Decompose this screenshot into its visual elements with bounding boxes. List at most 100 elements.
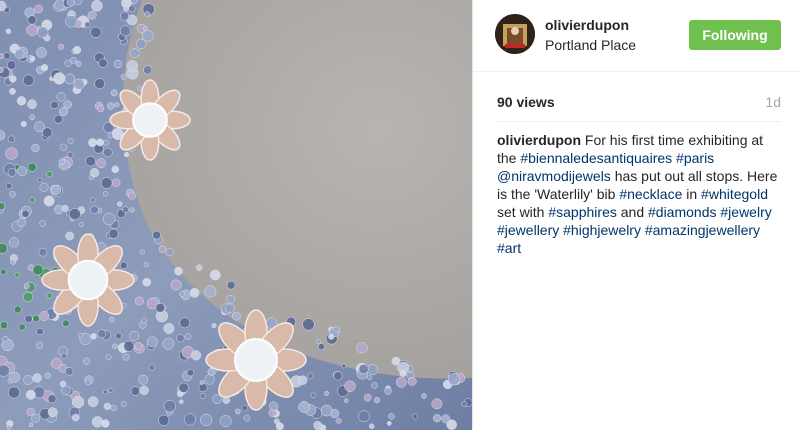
gemstone <box>6 425 12 430</box>
gemstone <box>20 120 27 127</box>
gemstone <box>102 212 116 226</box>
hashtag-link[interactable]: #necklace <box>619 186 682 202</box>
gemstone <box>110 404 117 412</box>
gemstone <box>209 269 221 281</box>
gemstone <box>179 399 184 404</box>
gemstone <box>53 72 66 85</box>
hashtag-link[interactable]: #diamonds <box>648 204 717 220</box>
post-header: olivierdupon Portland Place Following <box>473 0 800 72</box>
view-count[interactable]: 90 views <box>497 94 555 110</box>
hashtag-link[interactable]: #jewellery <box>497 222 559 238</box>
gemstone <box>9 88 16 95</box>
hashtag-link[interactable]: #art <box>497 240 521 256</box>
gemstone <box>176 334 185 343</box>
gemstone <box>64 367 74 376</box>
following-button[interactable]: Following <box>689 20 781 50</box>
gemstone <box>126 60 138 72</box>
gemstone <box>70 56 78 64</box>
gemstone <box>186 368 195 377</box>
gemstone <box>344 380 356 392</box>
gemstone <box>46 170 53 178</box>
gemstone <box>148 364 156 371</box>
gemstone <box>39 182 49 192</box>
hashtag-link[interactable]: #paris <box>676 150 714 166</box>
hashtag-link[interactable]: #sapphires <box>548 204 617 220</box>
gemstone <box>112 343 118 350</box>
gemstone <box>23 283 30 289</box>
gemstone <box>8 237 19 248</box>
gemstone <box>91 0 103 12</box>
hashtag-link[interactable]: #jewelry <box>720 204 771 220</box>
gemstone <box>152 230 162 240</box>
gemstone <box>5 147 18 160</box>
gemstone <box>407 376 417 386</box>
gemstone <box>16 96 27 106</box>
post-username[interactable]: olivierdupon <box>545 17 629 33</box>
gemstone <box>162 337 175 350</box>
gemstone <box>88 138 97 147</box>
hashtag-link[interactable]: #whitegold <box>701 186 768 202</box>
hashtag-link[interactable]: #highjewelry <box>563 222 641 238</box>
gemstone <box>0 321 9 330</box>
gemstone <box>43 195 55 207</box>
gemstone <box>432 414 442 423</box>
gemstone <box>27 162 37 172</box>
gemstone <box>61 385 71 396</box>
gemstone <box>143 65 153 75</box>
gemstone <box>6 60 17 70</box>
gemstone <box>111 165 120 174</box>
gemstone <box>333 371 343 381</box>
gemstone <box>158 245 167 253</box>
gemstone <box>141 317 148 324</box>
gemstone <box>103 402 111 410</box>
gemstone <box>46 292 53 299</box>
gemstone <box>399 369 407 377</box>
post-image[interactable] <box>0 0 472 430</box>
gemstone <box>10 259 17 265</box>
gemstone <box>142 278 152 287</box>
hashtag-link[interactable]: #biennaledesantiquaires <box>520 150 672 166</box>
user-avatar[interactable] <box>495 14 535 54</box>
gemstone <box>273 418 280 425</box>
gemstone <box>324 390 330 396</box>
gemstone <box>61 204 69 212</box>
gemstone <box>373 396 381 404</box>
gemstone <box>100 177 113 189</box>
gemstone <box>302 318 315 331</box>
gemstone <box>163 322 175 334</box>
gemstone <box>106 102 115 110</box>
gemstone <box>25 389 36 400</box>
gemstone <box>24 314 33 323</box>
gemstone <box>27 15 37 25</box>
gemstone <box>78 222 84 227</box>
post-location[interactable]: Portland Place <box>545 37 636 53</box>
gemstone <box>17 166 28 177</box>
gemstone <box>83 357 90 365</box>
gemstone <box>29 55 36 62</box>
gemstone <box>64 59 72 67</box>
mention-link[interactable]: @niravmodijewels <box>497 168 611 184</box>
gemstone <box>59 143 68 151</box>
gemstone <box>22 74 35 86</box>
gemstone <box>68 208 81 221</box>
gemstone <box>122 206 130 214</box>
gemstone <box>137 86 142 91</box>
gemstone <box>7 135 16 143</box>
gemstone <box>110 89 118 97</box>
caption-username[interactable]: olivierdupon <box>497 132 581 148</box>
gemstone <box>358 363 369 375</box>
gemstone <box>108 228 119 239</box>
gemstone <box>32 373 42 383</box>
gemstone <box>54 114 63 124</box>
gemstone <box>224 303 235 314</box>
gemstone <box>28 422 34 428</box>
gemstone <box>170 279 182 291</box>
gemstone <box>41 64 49 72</box>
gemstone <box>18 323 26 331</box>
gemstone <box>103 147 113 158</box>
gemstone <box>431 398 443 410</box>
gemstone <box>388 413 395 420</box>
gemstone <box>356 342 368 354</box>
post-age[interactable]: 1d <box>765 94 781 110</box>
hashtag-link[interactable]: #amazingjewellery <box>645 222 760 238</box>
